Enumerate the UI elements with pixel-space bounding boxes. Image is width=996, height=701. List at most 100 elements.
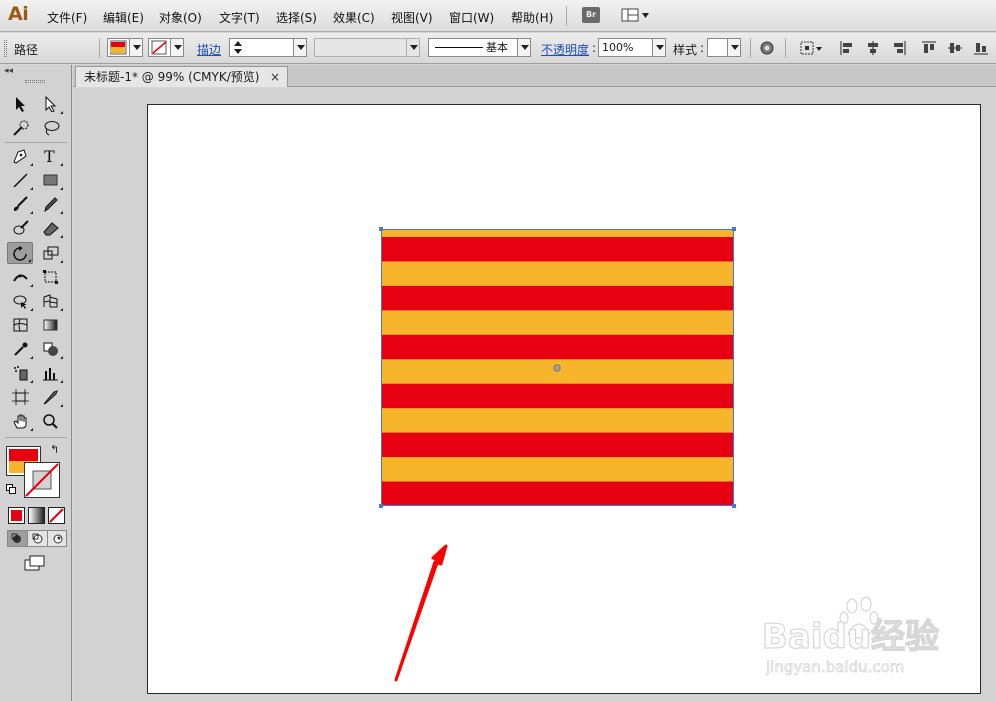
selection-anchor[interactable] xyxy=(732,227,736,231)
swap-fill-stroke-icon[interactable]: ↰ xyxy=(50,443,59,456)
stroke-color-dropdown[interactable] xyxy=(148,38,184,57)
svg-text:T: T xyxy=(44,148,55,164)
menu-object[interactable]: 对象(O) xyxy=(159,9,202,26)
selection-anchor[interactable] xyxy=(379,504,383,508)
hand-tool[interactable] xyxy=(8,410,34,432)
stripe-band xyxy=(381,457,734,483)
direct-selection-tool[interactable] xyxy=(38,93,64,115)
selection-anchor[interactable] xyxy=(732,504,736,508)
draw-inside-button[interactable] xyxy=(48,531,68,546)
perspective-grid-tool[interactable] xyxy=(38,290,64,312)
tool-separator xyxy=(5,437,67,438)
width-tool[interactable] xyxy=(8,266,34,288)
align-right-icon[interactable] xyxy=(892,41,906,55)
menu-window[interactable]: 窗口(W) xyxy=(449,9,494,26)
stroke-weight-field[interactable] xyxy=(229,38,307,57)
menu-edit[interactable]: 编辑(E) xyxy=(103,9,144,26)
screen-mode-icon[interactable] xyxy=(24,555,46,571)
align-horizontal-center-icon[interactable] xyxy=(866,41,880,55)
scale-tool[interactable] xyxy=(38,242,64,264)
menu-file[interactable]: 文件(F) xyxy=(47,9,87,26)
draw-behind-button[interactable] xyxy=(28,531,48,546)
opacity-panel-link[interactable]: 不透明度 xyxy=(541,41,589,58)
gradient-mode-button[interactable] xyxy=(28,507,45,524)
pen-tool[interactable] xyxy=(8,145,34,167)
symbol-sprayer-tool[interactable] xyxy=(8,362,34,384)
menu-select[interactable]: 选择(S) xyxy=(276,9,317,26)
magic-wand-icon xyxy=(13,120,29,136)
blend-tool[interactable] xyxy=(38,338,64,360)
close-tab-icon[interactable]: × xyxy=(270,67,280,87)
stripe-band xyxy=(381,237,734,262)
shape-builder-tool[interactable] xyxy=(8,290,34,312)
stripe-band xyxy=(381,229,734,237)
symbol-sprayer-icon xyxy=(14,366,28,381)
draw-behind-icon xyxy=(32,533,43,544)
bridge-button[interactable]: Br xyxy=(582,7,600,23)
panel-grip[interactable] xyxy=(25,80,45,83)
slice-tool[interactable] xyxy=(38,386,64,408)
chevron-down-icon[interactable] xyxy=(293,39,306,56)
selection-tool[interactable] xyxy=(8,93,34,115)
gradient-tool[interactable] xyxy=(38,314,64,336)
watermark-brand: Baidu经验 xyxy=(762,617,939,657)
slice-knife-icon xyxy=(43,390,58,405)
eyedropper-tool[interactable] xyxy=(8,338,34,360)
selection-anchor[interactable] xyxy=(379,227,383,231)
chevron-down-icon xyxy=(170,39,183,56)
mesh-tool[interactable] xyxy=(8,314,34,336)
recolor-artwork-icon[interactable] xyxy=(760,41,774,55)
paintbrush-tool[interactable] xyxy=(8,193,34,215)
align-left-icon[interactable] xyxy=(840,41,854,55)
stripe-band xyxy=(381,310,734,336)
control-bar-grip[interactable] xyxy=(4,40,7,57)
stepper-icon[interactable] xyxy=(231,39,245,56)
draw-inside-icon xyxy=(53,534,63,544)
line-segment-tool[interactable] xyxy=(8,169,34,191)
graphic-style-dropdown[interactable] xyxy=(707,38,741,57)
menu-view[interactable]: 视图(V) xyxy=(391,9,433,26)
color-mode-button[interactable] xyxy=(8,507,25,524)
draw-normal-button[interactable] xyxy=(8,531,28,546)
artboard-tool[interactable] xyxy=(8,386,34,408)
pencil-icon xyxy=(44,197,58,212)
center-point-icon xyxy=(553,364,561,372)
free-transform-tool[interactable] xyxy=(38,266,64,288)
workspace-switcher[interactable] xyxy=(621,8,651,23)
pencil-tool[interactable] xyxy=(38,193,64,215)
brush-definition-dropdown[interactable]: 基本 xyxy=(428,38,531,57)
align-bottom-icon[interactable] xyxy=(974,41,988,55)
variable-width-dropdown[interactable] xyxy=(314,38,420,57)
selection-arrow-icon xyxy=(16,97,25,112)
rectangle-tool[interactable] xyxy=(38,169,64,191)
stripe-band xyxy=(381,481,734,506)
align-top-icon[interactable] xyxy=(922,41,936,55)
pen-nib-icon xyxy=(13,149,27,164)
opacity-value: 100% xyxy=(602,41,634,54)
workspace-icon xyxy=(621,8,649,22)
column-graph-tool[interactable] xyxy=(38,362,64,384)
document-tab[interactable]: 未标题-1* @ 99% (CMYK/预览) × xyxy=(75,66,288,87)
stroke-panel-link[interactable]: 描边 xyxy=(197,41,221,58)
opacity-field[interactable]: 100% xyxy=(598,38,666,57)
fill-color-dropdown[interactable] xyxy=(107,38,143,57)
chevron-down-icon xyxy=(727,39,740,56)
stroke-color-box[interactable] xyxy=(24,462,60,498)
default-fill-stroke-icon[interactable] xyxy=(6,484,17,495)
eraser-tool[interactable] xyxy=(38,217,64,239)
magic-wand-tool[interactable] xyxy=(8,117,34,139)
type-tool[interactable]: T xyxy=(38,145,64,167)
zoom-tool[interactable] xyxy=(38,410,64,432)
draw-normal-icon xyxy=(11,533,21,543)
blob-brush-tool[interactable] xyxy=(8,217,34,239)
align-vertical-center-icon[interactable] xyxy=(948,41,962,55)
menu-type[interactable]: 文字(T) xyxy=(219,9,260,26)
transform-options-icon[interactable] xyxy=(800,41,824,55)
collapse-panel-icon[interactable]: ◂◂ xyxy=(4,66,13,76)
menu-effect[interactable]: 效果(C) xyxy=(333,9,375,26)
menu-separator xyxy=(566,6,567,26)
menu-help[interactable]: 帮助(H) xyxy=(511,9,553,26)
lasso-tool[interactable] xyxy=(38,117,64,139)
none-mode-button[interactable] xyxy=(48,507,65,524)
rotate-tool[interactable] xyxy=(7,242,33,264)
